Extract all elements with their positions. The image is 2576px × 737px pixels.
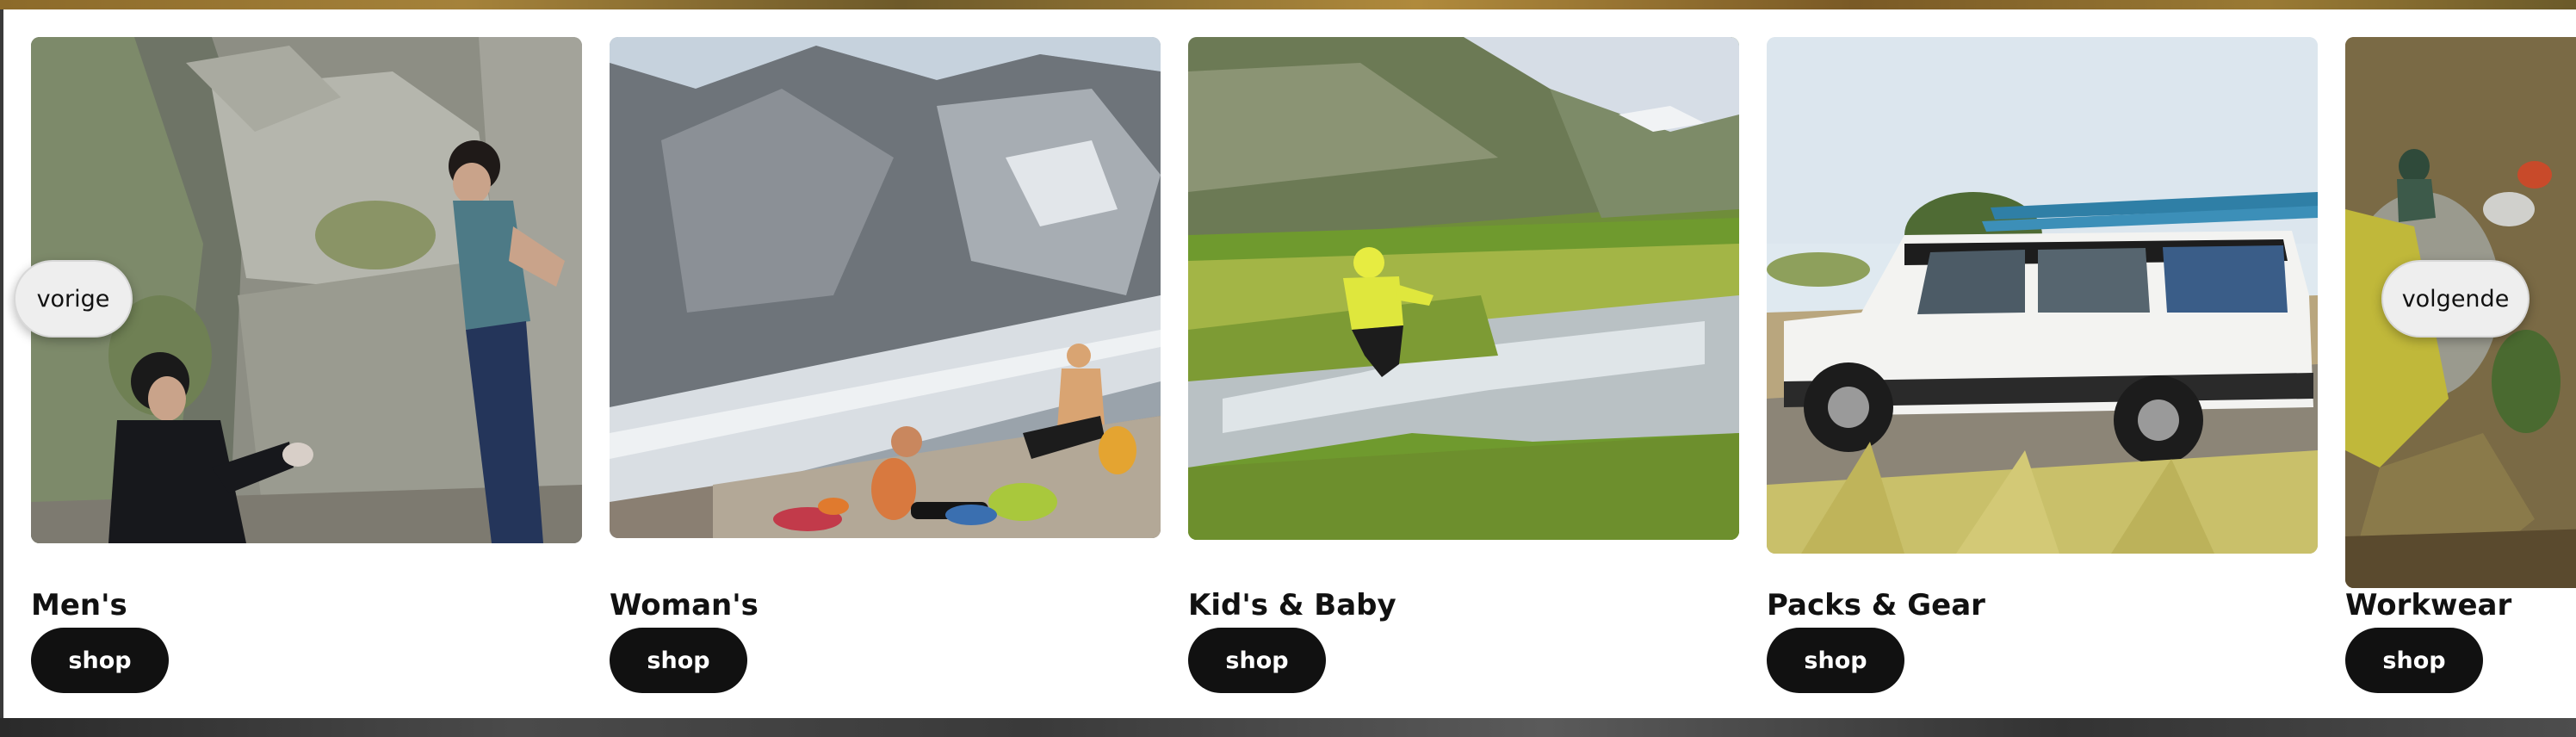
shop-button-mens[interactable]: shop [31,628,169,693]
category-carousel: Men's shop Woman's shop Kid's & Baby sho… [0,9,2576,718]
shop-button-womans[interactable]: shop [610,628,747,693]
category-title[interactable]: Workwear [2345,588,2511,622]
category-title[interactable]: Woman's [610,588,759,622]
category-title[interactable]: Kid's & Baby [1188,588,1396,622]
category-title[interactable]: Men's [31,588,127,622]
carousel-next-button[interactable]: volgende [2381,260,2530,338]
glacier-mountain-photo[interactable] [610,37,1161,538]
carousel-prev-button[interactable]: vorige [14,260,133,338]
hero-image-bottom-edge [0,0,2576,9]
child-jumping-stream-photo[interactable] [1188,37,1739,540]
category-title[interactable]: Packs & Gear [1767,588,1985,622]
shop-button-packs-gear[interactable]: shop [1767,628,1904,693]
white-suv-surfboards-photo[interactable] [1767,37,2318,554]
shop-button-workwear[interactable]: shop [2345,628,2483,693]
shop-button-kids-baby[interactable]: shop [1188,628,1326,693]
next-section-image-top-edge [0,718,2576,737]
